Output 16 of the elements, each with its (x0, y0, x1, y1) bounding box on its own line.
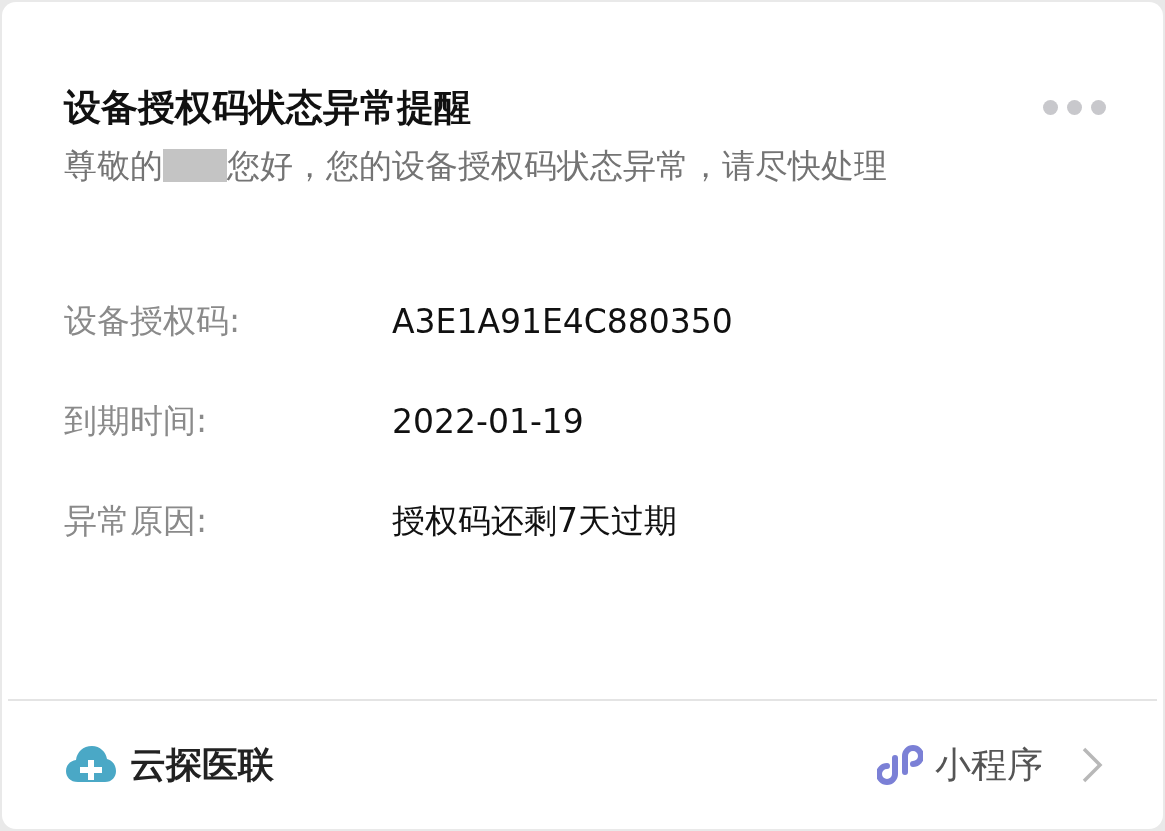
field-value: 授权码还剩7天过期 (392, 499, 677, 542)
field-value: A3E1A91E4C880350 (392, 301, 733, 341)
greeting-text: 您好，您的设备授权码状态异常，请尽快处理 (227, 146, 887, 185)
field-label: 到期时间: (64, 399, 209, 442)
cloud-icon (66, 746, 116, 784)
redaction-block (163, 149, 227, 182)
link-icon (877, 742, 923, 788)
chevron-right-icon (1081, 746, 1103, 784)
notice-title: 设备授权码状态异常提醒 (64, 85, 471, 131)
mini-program-link[interactable]: 小程序 (877, 740, 1043, 790)
greeting-text: 尊敬的 (64, 146, 163, 185)
field-label: 异常原因: (64, 499, 209, 542)
source-name: 云探医联 (130, 742, 274, 787)
more-icon[interactable] (1043, 100, 1106, 115)
field-value: 2022-01-19 (392, 401, 584, 441)
field-label: 设备授权码: (64, 299, 242, 342)
